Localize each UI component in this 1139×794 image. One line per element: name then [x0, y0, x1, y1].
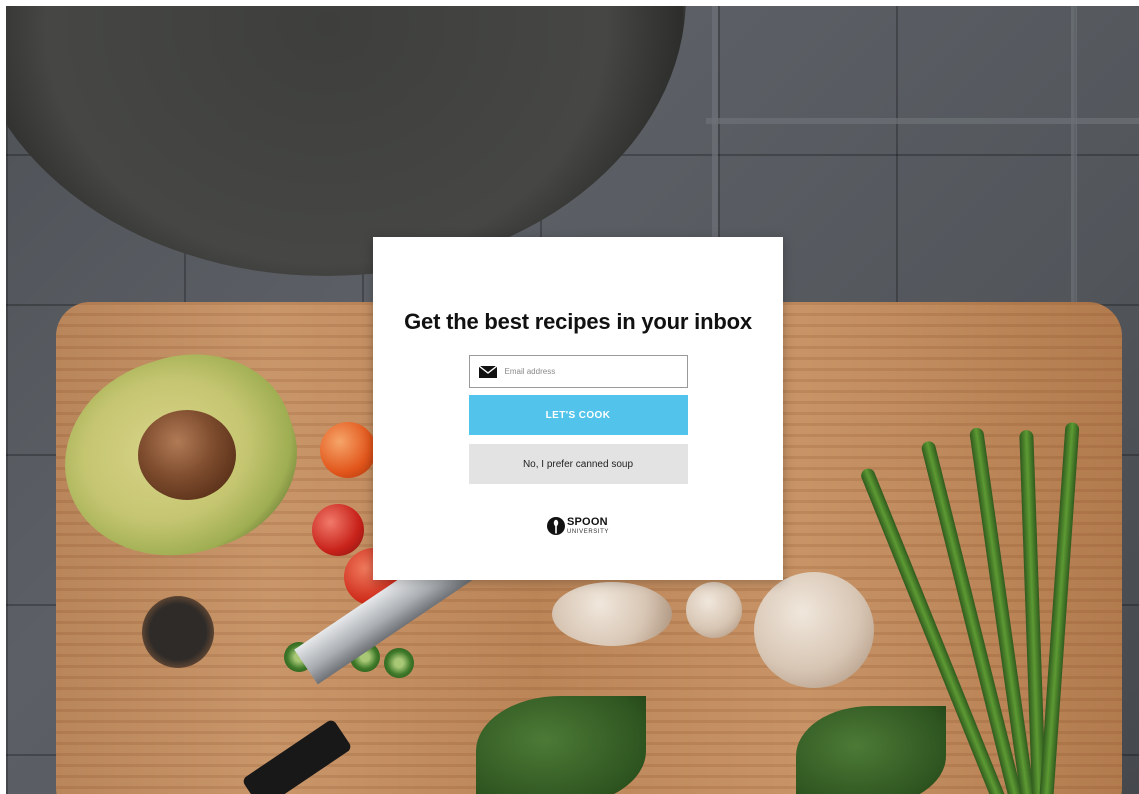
- email-field[interactable]: [468, 355, 688, 388]
- spoon-university-logo: SPOON UNIVERSITY: [546, 516, 609, 536]
- mushroom: [552, 582, 672, 646]
- email-input[interactable]: [504, 356, 687, 387]
- spinach-leaf: [796, 706, 946, 794]
- spoon-logo-icon: [546, 517, 565, 535]
- mushroom: [754, 572, 874, 688]
- logo-word: SPOON: [566, 516, 608, 528]
- lets-cook-button[interactable]: LET'S COOK: [468, 395, 688, 435]
- cherry-tomato: [320, 422, 376, 478]
- frying-pan: [6, 6, 686, 276]
- avocado-pit: [138, 410, 236, 500]
- decline-button[interactable]: No, I prefer canned soup: [468, 444, 688, 484]
- board-hole: [142, 596, 214, 668]
- mushroom: [686, 582, 742, 638]
- tile-grout: [1071, 6, 1077, 336]
- jalapeno-slice: [384, 648, 414, 678]
- tile-grout: [706, 118, 1139, 124]
- modal-title: Get the best recipes in your inbox: [404, 309, 752, 334]
- spinach-leaf: [476, 696, 646, 794]
- envelope-icon: [478, 365, 497, 378]
- cherry-tomato: [312, 504, 364, 556]
- logo-subtitle: UNIVERSITY: [566, 529, 609, 535]
- newsletter-modal: Get the best recipes in your inbox LET'S…: [373, 237, 783, 580]
- logo-text: SPOON UNIVERSITY: [566, 516, 609, 536]
